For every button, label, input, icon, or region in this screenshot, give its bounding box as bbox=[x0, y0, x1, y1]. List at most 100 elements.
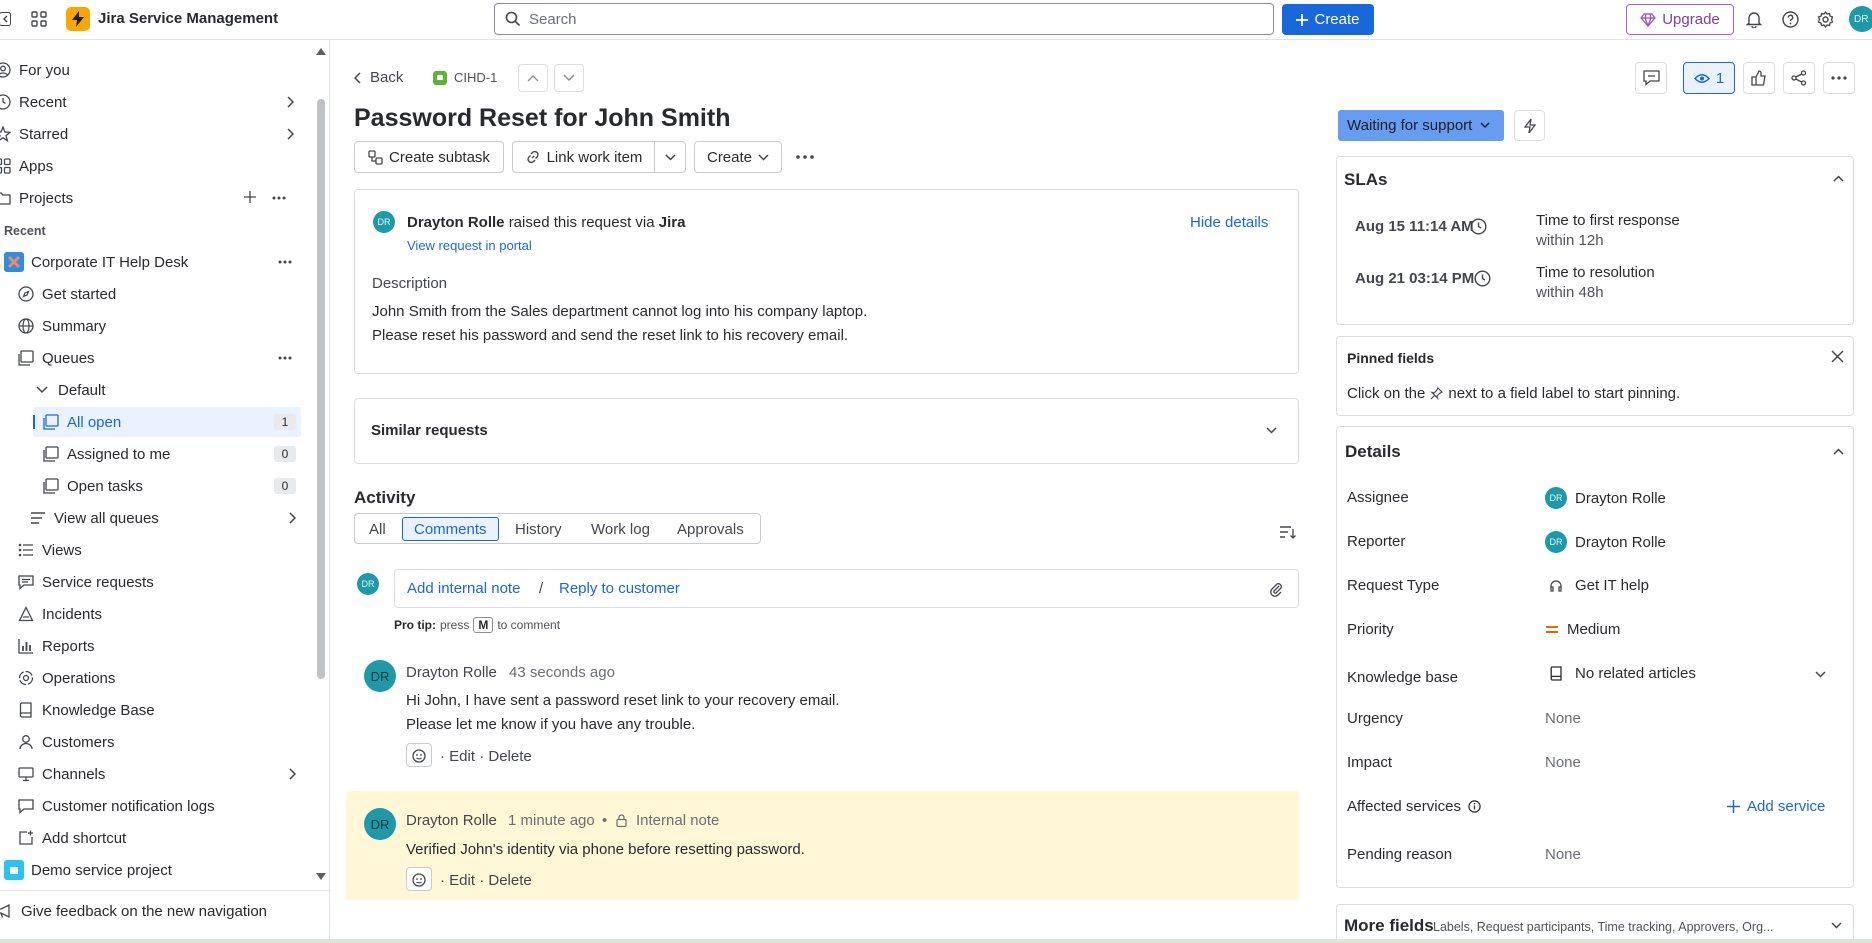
feedback-comment-button[interactable] bbox=[1635, 62, 1667, 94]
collapse-sidebar-icon[interactable] bbox=[0, 11, 12, 27]
sidebar-item-view-all-queues[interactable]: View all queues bbox=[29, 503, 296, 533]
search-input[interactable]: Search bbox=[494, 3, 1274, 35]
app-switcher-icon[interactable] bbox=[30, 10, 48, 28]
add-reaction-icon[interactable] bbox=[406, 743, 432, 767]
upgrade-button[interactable]: Upgrade bbox=[1626, 4, 1734, 35]
sidebar-item-open-tasks[interactable]: Open tasks 0 bbox=[42, 471, 301, 501]
help-icon[interactable] bbox=[1781, 10, 1799, 28]
comment-composer[interactable]: Add internal note / Reply to customer bbox=[394, 569, 1299, 608]
sidebar-scroll-thumb[interactable] bbox=[317, 99, 325, 679]
reporter-field[interactable]: DR Drayton Rolle bbox=[1545, 531, 1666, 553]
issue-title[interactable]: Password Reset for John Smith bbox=[354, 104, 730, 133]
close-icon[interactable] bbox=[1831, 350, 1844, 363]
knowledge-base-field[interactable]: No related articles bbox=[1545, 665, 1837, 682]
more-fields-panel[interactable]: More fields Labels, Request participants… bbox=[1336, 904, 1854, 943]
similar-requests-panel[interactable]: Similar requests bbox=[354, 398, 1299, 464]
reporter-avatar[interactable]: DR bbox=[373, 211, 395, 233]
info-icon[interactable] bbox=[1468, 800, 1481, 813]
sidebar-item-queues[interactable]: Queues bbox=[17, 343, 300, 373]
next-issue-button[interactable] bbox=[554, 64, 584, 92]
sidebar-project-demo[interactable]: Demo service project bbox=[4, 855, 300, 885]
sidebar-item-all-open[interactable]: All open 1 bbox=[33, 407, 301, 437]
previous-issue-button[interactable] bbox=[518, 64, 548, 92]
vote-button[interactable] bbox=[1743, 62, 1775, 94]
hide-details-link[interactable]: Hide details bbox=[1190, 214, 1268, 231]
comment-avatar[interactable]: DR bbox=[364, 660, 396, 692]
create-subtask-button[interactable]: Create subtask bbox=[354, 141, 504, 173]
add-project-icon[interactable] bbox=[244, 191, 256, 203]
more-actions-icon[interactable] bbox=[796, 153, 814, 161]
sidebar-item-views[interactable]: Views bbox=[17, 535, 300, 565]
sidebar-item-notification-logs[interactable]: Customer notification logs bbox=[17, 791, 300, 821]
delete-comment-button[interactable]: Delete bbox=[488, 748, 531, 765]
sidebar-item-default[interactable]: Default bbox=[33, 375, 300, 405]
chevron-up-icon[interactable] bbox=[1833, 448, 1844, 455]
sidebar-item-operations[interactable]: Operations bbox=[17, 663, 300, 693]
sidebar-item-customers[interactable]: Customers bbox=[17, 727, 300, 757]
more-icon[interactable] bbox=[278, 356, 292, 360]
slas-title[interactable]: SLAs bbox=[1344, 170, 1387, 190]
sidebar-item-for-you[interactable]: For you bbox=[0, 55, 294, 85]
app-name[interactable]: Jira Service Management bbox=[98, 10, 278, 27]
tab-history[interactable]: History bbox=[515, 514, 562, 544]
jira-logo-icon[interactable] bbox=[66, 7, 90, 31]
share-button[interactable] bbox=[1783, 62, 1815, 94]
comment-author[interactable]: Drayton Rolle bbox=[406, 664, 497, 681]
add-reaction-icon[interactable] bbox=[406, 867, 432, 891]
sidebar-item-assigned-to-me[interactable]: Assigned to me 0 bbox=[42, 439, 301, 469]
profile-avatar[interactable]: DR bbox=[1849, 6, 1872, 32]
details-title[interactable]: Details bbox=[1345, 442, 1401, 462]
sidebar-item-projects[interactable]: Projects bbox=[0, 183, 294, 213]
reply-to-customer-button[interactable]: Reply to customer bbox=[559, 580, 680, 597]
watch-button[interactable]: 1 bbox=[1683, 62, 1735, 94]
link-work-item-button[interactable]: Link work item bbox=[512, 141, 655, 173]
sidebar-item-service-requests[interactable]: Service requests bbox=[17, 567, 300, 597]
pending-reason-value[interactable]: None bbox=[1545, 846, 1581, 863]
request-type-field[interactable]: Get IT help bbox=[1545, 577, 1649, 594]
sidebar-item-starred[interactable]: Starred bbox=[0, 119, 294, 149]
view-request-in-portal-link[interactable]: View request in portal bbox=[407, 238, 532, 253]
more-icon[interactable] bbox=[278, 260, 292, 264]
feedback-link[interactable]: Give feedback on the new navigation bbox=[0, 896, 296, 926]
sidebar-item-add-shortcut[interactable]: Add shortcut bbox=[17, 823, 300, 853]
scroll-up-arrow-icon[interactable] bbox=[316, 47, 326, 55]
sidebar-item-summary[interactable]: Summary bbox=[17, 311, 300, 341]
global-create-button[interactable]: Create bbox=[1282, 4, 1374, 35]
automation-button[interactable] bbox=[1514, 110, 1545, 141]
comment-author[interactable]: Drayton Rolle bbox=[406, 812, 497, 829]
sidebar-item-knowledge-base[interactable]: Knowledge Base bbox=[17, 695, 300, 725]
more-icon[interactable] bbox=[272, 196, 286, 200]
reporter-name[interactable]: Drayton Rolle bbox=[407, 214, 505, 231]
impact-value[interactable]: None bbox=[1545, 754, 1581, 771]
link-work-item-dropdown[interactable] bbox=[654, 141, 686, 173]
assignee-field[interactable]: DR Drayton Rolle bbox=[1545, 487, 1666, 509]
sidebar-item-recent[interactable]: Recent bbox=[0, 87, 294, 117]
add-internal-note-button[interactable]: Add internal note bbox=[407, 580, 520, 597]
edit-comment-button[interactable]: Edit bbox=[449, 748, 475, 765]
sidebar-item-reports[interactable]: Reports bbox=[17, 631, 300, 661]
tab-work-log[interactable]: Work log bbox=[591, 514, 650, 544]
delete-comment-button[interactable]: Delete bbox=[488, 872, 531, 889]
create-menu-button[interactable]: Create bbox=[694, 141, 782, 173]
notifications-icon[interactable] bbox=[1745, 10, 1763, 28]
urgency-value[interactable]: None bbox=[1545, 710, 1581, 727]
tab-comments[interactable]: Comments bbox=[402, 517, 499, 541]
comment-avatar[interactable]: DR bbox=[364, 808, 396, 840]
priority-field[interactable]: Medium bbox=[1545, 621, 1620, 638]
status-dropdown[interactable]: Waiting for support bbox=[1338, 110, 1504, 141]
add-service-button[interactable]: Add service bbox=[1727, 798, 1825, 815]
attachment-icon[interactable] bbox=[1269, 581, 1283, 597]
sort-icon[interactable] bbox=[1278, 524, 1296, 540]
more-options-button[interactable] bbox=[1823, 62, 1855, 94]
tab-approvals[interactable]: Approvals bbox=[677, 514, 744, 544]
comment-time[interactable]: 1 minute ago bbox=[508, 812, 595, 829]
settings-gear-icon[interactable] bbox=[1816, 10, 1834, 28]
comment-time[interactable]: 43 seconds ago bbox=[509, 664, 615, 681]
current-user-avatar[interactable]: DR bbox=[357, 573, 379, 595]
scroll-down-arrow-icon[interactable] bbox=[316, 872, 326, 880]
sidebar-project-corporate-it[interactable]: Corporate IT Help Desk bbox=[4, 247, 300, 277]
edit-comment-button[interactable]: Edit bbox=[449, 872, 475, 889]
back-link[interactable]: Back bbox=[354, 69, 403, 86]
sidebar-item-apps[interactable]: Apps bbox=[0, 151, 294, 181]
sidebar-item-incidents[interactable]: Incidents bbox=[17, 599, 300, 629]
